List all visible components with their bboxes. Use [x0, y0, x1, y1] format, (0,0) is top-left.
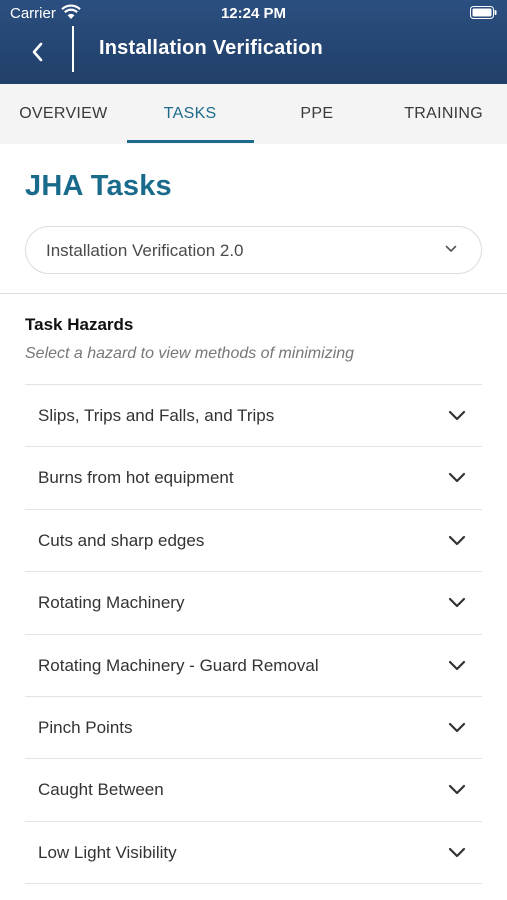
hazard-label: Pinch Points — [38, 717, 133, 737]
hazard-label: Burns from hot equipment — [38, 468, 234, 488]
section-divider — [0, 293, 507, 294]
chevron-down-icon — [448, 785, 466, 795]
tab-bar: OVERVIEW TASKS PPE TRAINING — [0, 84, 507, 144]
chevron-down-icon — [448, 473, 466, 483]
task-hazards-subtitle: Select a hazard to view methods of minim… — [25, 345, 355, 362]
page-title: JHA Tasks — [25, 170, 172, 202]
nav-divider — [72, 26, 74, 72]
chevron-down-icon — [448, 535, 466, 545]
hazard-item-slips-trips-falls[interactable]: Slips, Trips and Falls, and Trips — [25, 385, 482, 448]
nav-title: Installation Verification — [99, 37, 323, 59]
active-tab-indicator — [127, 140, 254, 143]
chevron-down-icon — [448, 722, 466, 733]
chevron-down-icon — [448, 410, 466, 421]
task-hazards-heading: Task Hazards — [25, 315, 134, 334]
hazard-list: Slips, Trips and Falls, and Trips Burns … — [25, 384, 482, 885]
task-select-value: Installation Verification 2.0 — [46, 241, 244, 260]
hazard-item-pinch-points[interactable]: Pinch Points — [25, 697, 482, 760]
tab-ppe[interactable]: PPE — [254, 84, 381, 144]
hazard-item-caught-between[interactable]: Caught Between — [25, 759, 482, 822]
app-header: Carrier 12:24 PM Installation Verificati… — [0, 0, 507, 84]
status-bar: Carrier 12:24 PM — [0, 0, 507, 28]
hazard-label: Rotating Machinery - Guard Removal — [38, 655, 319, 675]
hazard-item-low-light[interactable]: Low Light Visibility — [25, 822, 482, 885]
hazard-label: Cuts and sharp edges — [38, 530, 205, 550]
hazard-label: Low Light Visibility — [38, 842, 177, 862]
tab-tasks[interactable]: TASKS — [127, 84, 254, 144]
back-button[interactable] — [20, 36, 54, 68]
tab-overview[interactable]: OVERVIEW — [0, 84, 127, 144]
hazard-item-burns[interactable]: Burns from hot equipment — [25, 447, 482, 510]
hazard-item-rotating-machinery[interactable]: Rotating Machinery — [25, 572, 482, 635]
chevron-down-icon — [448, 598, 466, 608]
hazard-label: Caught Between — [38, 780, 164, 800]
tab-training[interactable]: TRAINING — [380, 84, 507, 144]
hazard-item-guard-removal[interactable]: Rotating Machinery - Guard Removal — [25, 635, 482, 697]
task-select-dropdown[interactable]: Installation Verification 2.0 — [25, 226, 482, 274]
hazard-label: Slips, Trips and Falls, and Trips — [38, 406, 275, 425]
chevron-down-icon — [445, 245, 457, 252]
chevron-down-icon — [448, 847, 466, 857]
status-time: 12:24 PM — [220, 5, 287, 22]
chevron-down-icon — [448, 660, 466, 670]
hazard-label: Rotating Machinery — [38, 593, 185, 613]
battery-icon — [470, 6, 497, 19]
nav-bar: Installation Verification — [0, 26, 507, 84]
chevron-left-icon — [32, 42, 43, 62]
hazard-item-cuts[interactable]: Cuts and sharp edges — [25, 510, 482, 573]
